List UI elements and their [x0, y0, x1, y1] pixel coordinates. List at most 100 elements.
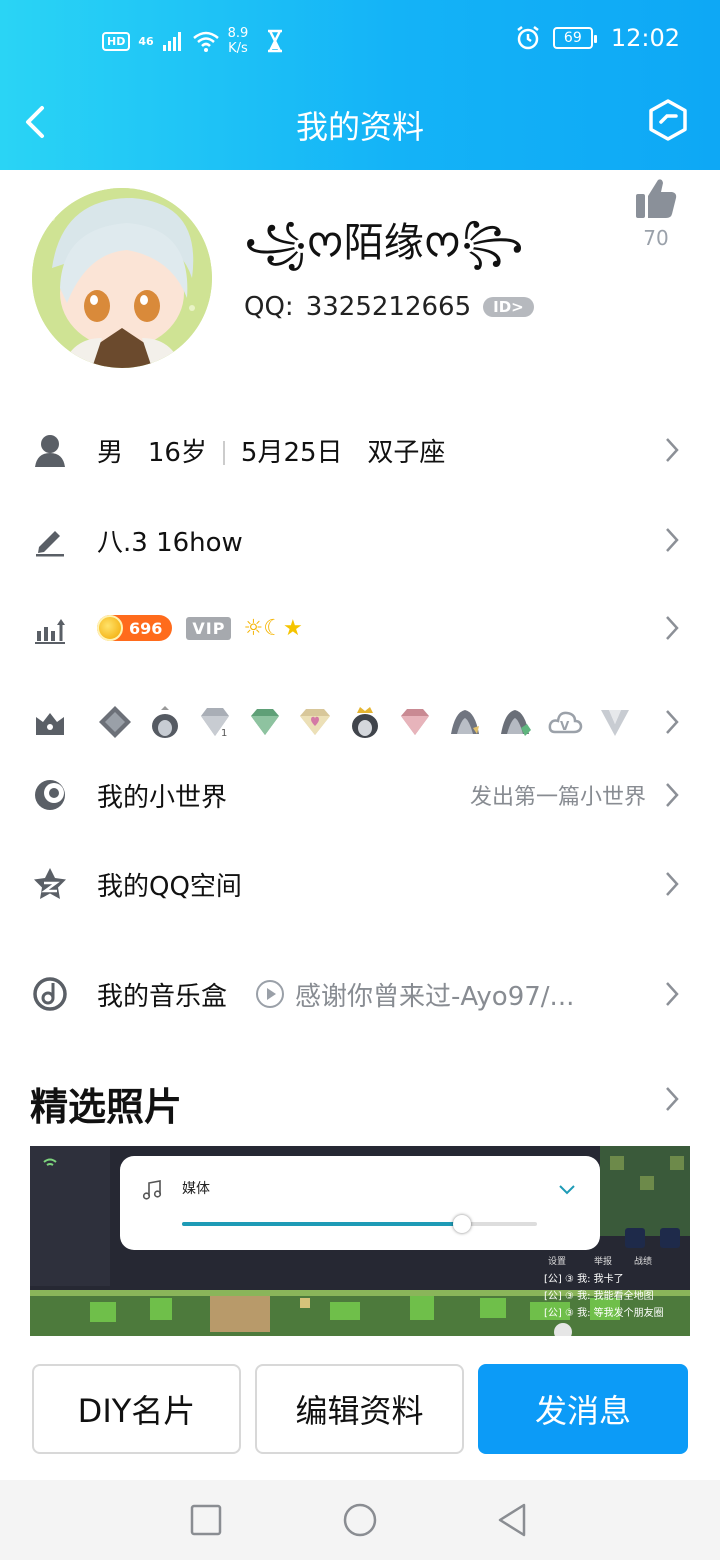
hourglass-icon: [268, 29, 283, 53]
qzone-row[interactable]: 我的QQ空间: [0, 844, 720, 924]
chevron-right-icon: [666, 710, 679, 734]
home-icon[interactable]: [342, 1502, 378, 1538]
penguin-gem-icon: [501, 710, 531, 736]
volume-label: 媒体: [182, 1181, 210, 1197]
music-note-icon: [142, 1180, 162, 1200]
person-icon: [30, 430, 70, 470]
sun-icon: ☼: [243, 615, 264, 641]
battery-indicator: 69: [552, 27, 597, 49]
music-disc-icon: [30, 974, 70, 1014]
medal-list: 1 V: [97, 704, 633, 740]
vip-badge: VIP: [186, 616, 232, 640]
status-bar: HD 46 8.9 K/s 69 12:02: [0, 0, 720, 86]
penguin-medal-icon: [451, 710, 479, 734]
game-menu-settings: 设置: [548, 1257, 567, 1267]
edit-hexagon-icon[interactable]: [646, 98, 690, 142]
chevron-right-icon: [666, 982, 679, 1006]
king-penguin-icon: [352, 707, 378, 738]
like-button[interactable]: 70: [632, 176, 680, 250]
avatar-image: [32, 188, 212, 368]
chat-line: [公] ③ 我: 我卡了: [544, 1274, 624, 1285]
gender: 男: [97, 437, 124, 468]
header-bar: HD 46 8.9 K/s 69 12:02 我的资料: [0, 0, 720, 170]
heart-gem-icon: [300, 709, 330, 735]
divider: [222, 441, 225, 465]
v-wing-icon: [601, 710, 629, 736]
volume-panel: 媒体: [120, 1156, 600, 1250]
featured-photo[interactable]: 媒体 设置 举报 战绩 [公] ③ 我: 我卡了 [公] ③ 我: 我能看全地图…: [30, 1146, 690, 1336]
qzone-star-icon: [30, 864, 70, 904]
zodiac: 双子座: [367, 437, 446, 468]
edit-profile-button[interactable]: 编辑资料: [255, 1364, 464, 1454]
level-row[interactable]: 696 VIP ☼ ☾ ★: [0, 588, 720, 668]
featured-photos-title: 精选照片: [30, 1085, 183, 1129]
green-gem-icon: [251, 709, 279, 735]
back-triangle-icon[interactable]: [496, 1502, 528, 1538]
diy-card-button[interactable]: DIY名片: [32, 1364, 241, 1454]
chevron-right-icon: [666, 438, 679, 462]
system-nav-bar: [0, 1480, 720, 1560]
music-box-row[interactable]: 我的音乐盒 感谢你曾来过-Ayo97/...: [0, 954, 720, 1034]
chat-line: [公] ③ 我: 我能看全地图: [544, 1291, 654, 1302]
chevron-down-icon: [559, 1185, 575, 1195]
recent-apps-icon[interactable]: [190, 1504, 222, 1536]
wifi-icon: [192, 31, 219, 52]
hd-badge: HD: [102, 31, 131, 51]
network-speed: 8.9 K/s: [227, 26, 249, 56]
qq-number: 3325212665: [305, 292, 472, 322]
pencil-icon: [30, 520, 70, 560]
send-message-button[interactable]: 发消息: [478, 1364, 688, 1454]
birthday: 5月25日: [240, 437, 343, 468]
little-world-hint: 发出第一篇小世界: [469, 785, 646, 810]
chevron-right-icon: [666, 528, 679, 552]
chat-line: [公] ③ 我: 等我发个朋友圈: [544, 1308, 664, 1319]
level-coin-badge: 696: [97, 615, 173, 641]
song-title: 感谢你曾来过-Ayo97/...: [295, 981, 575, 1012]
signature-row[interactable]: 八.3 16how: [0, 500, 720, 580]
game-menu-stats: 战绩: [634, 1257, 653, 1267]
basic-info-row[interactable]: 男 16岁 5月25日 双子座: [0, 410, 720, 490]
world-icon: [30, 775, 70, 815]
music-box-label: 我的音乐盒: [97, 981, 228, 1012]
signal-label: 46: [138, 34, 154, 48]
chevron-right-icon[interactable]: [664, 1085, 680, 1113]
chevron-right-icon: [666, 783, 679, 807]
qq-number-row: QQ: 3325212665 ID>: [244, 292, 534, 322]
qq-label: QQ:: [244, 292, 294, 322]
coin-icon: [97, 615, 123, 641]
svg-text:V: V: [560, 719, 570, 733]
volume-fill: [182, 1222, 463, 1226]
chevron-right-icon: [666, 616, 679, 640]
chevron-right-icon: [666, 872, 679, 896]
star-icon: ★: [282, 615, 303, 641]
pink-gem-icon: [401, 709, 429, 735]
cloud-v-icon: V: [548, 711, 583, 734]
nickname: ꧁ᰔ陌缘ᰔ꧂: [244, 220, 524, 266]
game-menu-report: 举报: [594, 1257, 613, 1267]
age: 16岁: [147, 437, 207, 468]
clock: 12:02: [610, 24, 680, 52]
signature-text: 八.3 16how: [97, 527, 243, 558]
moon-icon: ☾: [263, 615, 283, 641]
alarm-icon: [517, 26, 539, 50]
little-world-row[interactable]: 我的小世界 发出第一篇小世界: [0, 755, 720, 835]
nav-bar: 我的资料: [0, 86, 720, 170]
qzone-label: 我的QQ空间: [97, 871, 242, 902]
page-title: 我的资料: [295, 108, 424, 146]
avatar[interactable]: [32, 188, 212, 368]
svg-text:1: 1: [221, 728, 227, 739]
level-up-icon: [30, 608, 70, 648]
play-icon[interactable]: [255, 979, 285, 1009]
thumbs-up-icon: [636, 179, 677, 218]
medals-row[interactable]: 1 V: [0, 682, 720, 762]
diamond-medal-icon: [99, 706, 131, 738]
silver-gem-icon: 1: [201, 708, 229, 739]
little-world-label: 我的小世界: [97, 782, 228, 813]
volume-slider: [182, 1215, 537, 1233]
penguin-medal-icon: [152, 706, 178, 738]
signal-icon: [162, 32, 181, 51]
volume-knob: [453, 1215, 472, 1233]
crown-icon: [30, 702, 70, 742]
like-count: 70: [643, 226, 669, 250]
id-badge[interactable]: ID>: [483, 297, 534, 317]
